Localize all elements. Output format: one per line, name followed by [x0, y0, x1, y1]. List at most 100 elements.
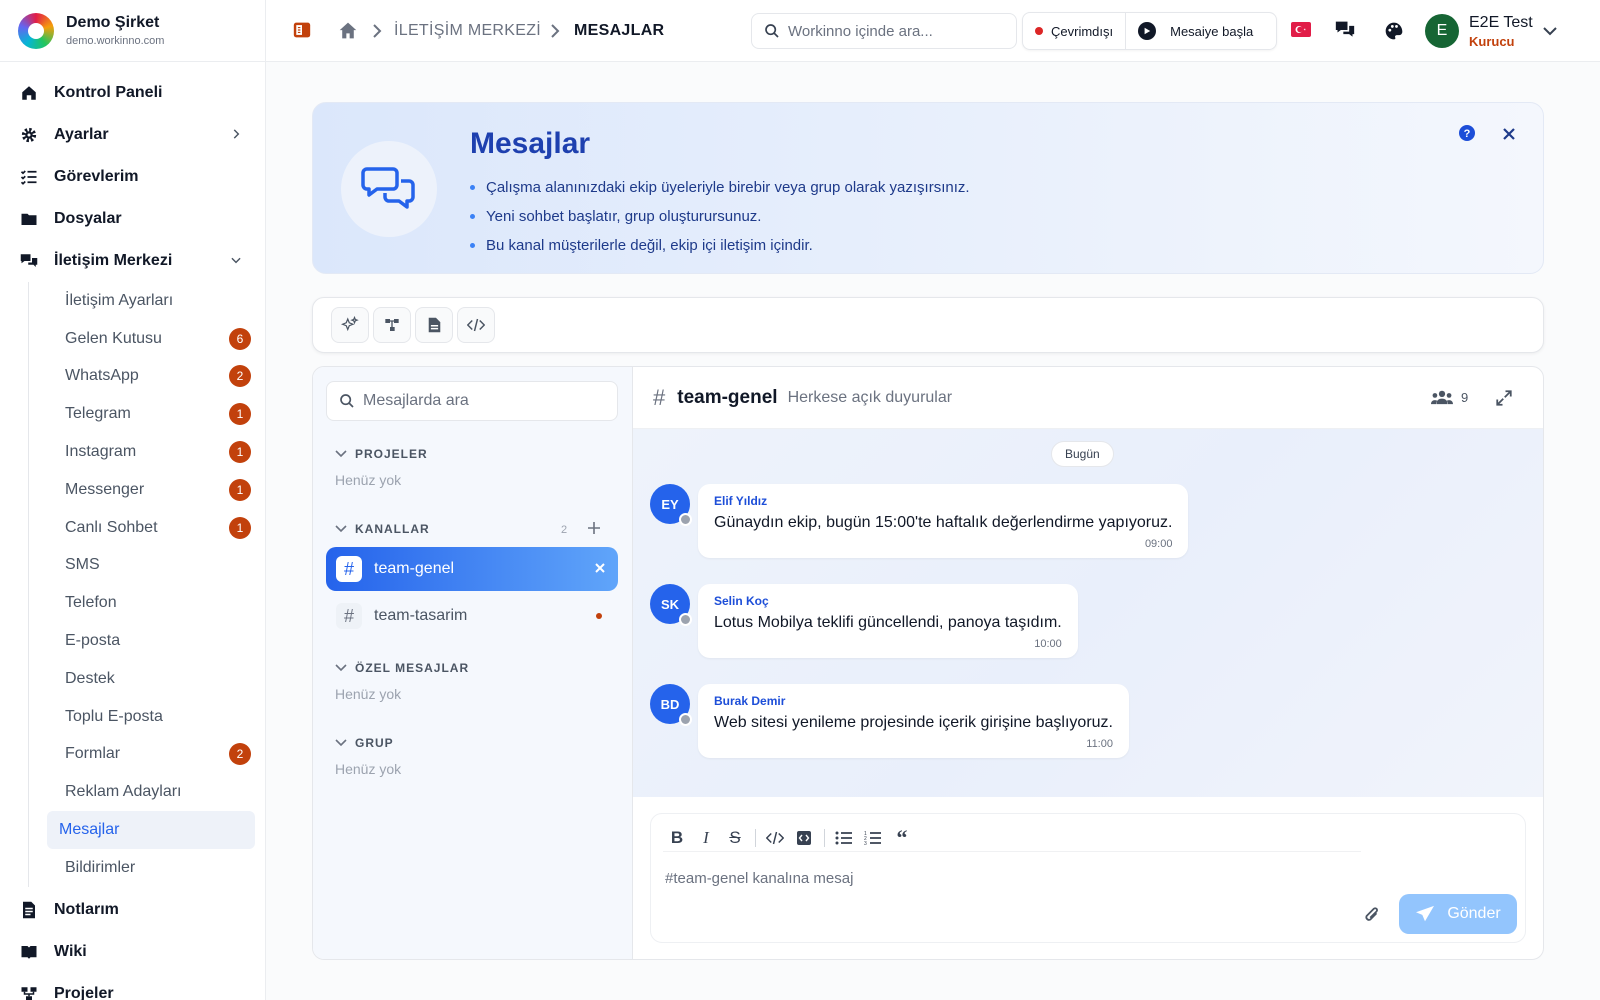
members-button[interactable]: 9: [1431, 389, 1468, 405]
subnav-item[interactable]: Destek: [47, 660, 255, 698]
nav-tasks[interactable]: Görevlerim: [0, 156, 265, 198]
subnav-item[interactable]: E-posta: [47, 622, 255, 660]
close-channel-icon[interactable]: [594, 562, 606, 574]
user-menu[interactable]: E2E Test Kurucu: [1469, 14, 1533, 49]
sparkle-icon: [341, 316, 359, 334]
quote-icon[interactable]: “: [888, 825, 916, 850]
code-icon[interactable]: [761, 826, 789, 850]
nav-wiki-label: Wiki: [54, 942, 87, 960]
section-dm[interactable]: ÖZEL MESAJLAR: [335, 661, 469, 675]
numbered-list-icon[interactable]: 123: [859, 826, 887, 850]
subnav-item[interactable]: Canlı Sohbet 1: [47, 509, 255, 547]
nav-settings[interactable]: Ayarlar: [0, 114, 265, 156]
subnav-item[interactable]: SMS: [47, 547, 255, 585]
message-bubble[interactable]: Burak Demir Web sitesi yenileme projesin…: [698, 684, 1129, 758]
subnav-item[interactable]: Instagram 1: [47, 433, 255, 471]
code-icon: [467, 318, 485, 332]
message-input[interactable]: #team-genel kanalına mesaj: [665, 870, 853, 887]
nav-projects[interactable]: Projeler: [0, 973, 265, 1000]
workflow-icon: [384, 317, 400, 333]
section-group[interactable]: GRUP: [335, 736, 394, 750]
nav-dashboard[interactable]: Kontrol Paneli: [0, 72, 265, 114]
section-channels-label: KANALLAR: [355, 522, 430, 536]
bullet-list-icon[interactable]: [830, 826, 858, 850]
subnav-item-label: Telefon: [65, 594, 117, 612]
offline-dot-icon: [1035, 27, 1043, 35]
workflow-button[interactable]: [373, 307, 411, 343]
nav-comm-center[interactable]: İletişim Merkezi: [0, 240, 265, 282]
status-toggle[interactable]: Çevrimdışı: [1023, 13, 1127, 49]
subnav-item[interactable]: Formlar 2: [47, 736, 255, 774]
nav-dashboard-label: Kontrol Paneli: [54, 84, 163, 101]
breadcrumb-current: MESAJLAR: [574, 22, 665, 39]
breadcrumb-chevron-icon: [372, 24, 382, 38]
chat-icon[interactable]: [1334, 20, 1356, 40]
strikethrough-icon[interactable]: S: [721, 826, 749, 850]
subnav-item[interactable]: Messenger 1: [47, 471, 255, 509]
search-icon: [764, 23, 780, 39]
message-author: Burak Demir: [714, 694, 786, 708]
section-dm-label: ÖZEL MESAJLAR: [355, 661, 470, 675]
banner-comments-icon: [341, 141, 437, 237]
channel-item-team-tasarim[interactable]: # team-tasarim: [326, 594, 618, 638]
home-icon: [18, 82, 40, 104]
start-shift-button[interactable]: Mesaiye başla: [1126, 22, 1265, 40]
nav-tasks-label: Görevlerim: [54, 168, 139, 185]
global-search-input[interactable]: Workinno içinde ara...: [751, 13, 1017, 49]
global-search-placeholder: Workinno içinde ara...: [788, 22, 933, 40]
close-icon[interactable]: [1502, 127, 1516, 141]
format-toolbar: B I S 123 “: [663, 824, 1361, 852]
chat-channel-desc: Herkese açık duyurular: [787, 388, 953, 406]
ai-sparkle-button[interactable]: [331, 307, 369, 343]
nav-notes[interactable]: Notlarım: [0, 889, 265, 931]
italic-icon[interactable]: I: [692, 826, 720, 850]
turkey-flag-icon[interactable]: [1291, 22, 1311, 37]
subnav-item[interactable]: Telegram 1: [47, 395, 255, 433]
project-diagram-icon: [18, 983, 40, 1000]
brand[interactable]: Demo Şirket demo.workinno.com: [0, 0, 265, 62]
presence-dot-icon: [679, 513, 692, 526]
message-text: Lotus Mobilya teklifi güncellendi, panoy…: [714, 614, 1062, 631]
palette-icon[interactable]: [1384, 21, 1404, 41]
nav-settings-label: Ayarlar: [54, 126, 109, 143]
subnav-item[interactable]: Reklam Adayları: [47, 773, 255, 811]
message-bubble[interactable]: Elif Yıldız Günaydın ekip, bugün 15:00't…: [698, 484, 1189, 558]
user-avatar[interactable]: E: [1425, 14, 1459, 48]
section-channels[interactable]: KANALLAR: [335, 522, 430, 536]
section-projects-label: PROJELER: [355, 447, 428, 461]
breadcrumb-comm-center[interactable]: İLETİŞİM MERKEZİ: [394, 22, 541, 40]
nav-files[interactable]: Dosyalar: [0, 198, 265, 240]
paperclip-icon[interactable]: [1363, 906, 1381, 926]
section-projects[interactable]: PROJELER: [335, 447, 428, 461]
chevron-down-icon[interactable]: [1542, 25, 1558, 37]
expand-icon[interactable]: [1495, 389, 1513, 407]
message-avatar: SK: [650, 584, 692, 626]
home-icon[interactable]: [338, 21, 358, 40]
subnav-item-label: SMS: [65, 556, 100, 574]
send-button[interactable]: Gönder: [1399, 894, 1517, 934]
bold-icon[interactable]: B: [663, 826, 691, 850]
subnav-item[interactable]: Telefon: [47, 584, 255, 622]
subnav-item[interactable]: Toplu E-posta: [47, 698, 255, 736]
subnav-item[interactable]: Mesajlar: [47, 811, 255, 849]
subnav-item[interactable]: WhatsApp 2: [47, 358, 255, 396]
subnav-item[interactable]: Gelen Kutusu 6: [47, 320, 255, 358]
subnav-item[interactable]: Bildirimler: [47, 849, 255, 887]
presence-dot-icon: [679, 613, 692, 626]
help-icon[interactable]: ?: [1459, 125, 1475, 141]
code-button[interactable]: [457, 307, 495, 343]
sidebar-toggle-icon[interactable]: [292, 21, 312, 39]
document-button[interactable]: [415, 307, 453, 343]
message-time: 09:00: [1144, 538, 1173, 550]
nav-wiki[interactable]: Wiki: [0, 931, 265, 973]
message-bubble[interactable]: Selin Koç Lotus Mobilya teklifi güncelle…: [698, 584, 1078, 658]
unread-dot-icon: [596, 613, 602, 619]
code-block-icon[interactable]: [790, 826, 818, 850]
message-search-input[interactable]: Mesajlarda ara: [326, 381, 618, 421]
subnav-item[interactable]: İletişim Ayarları: [47, 282, 255, 320]
add-channel-icon[interactable]: [587, 521, 601, 535]
subnav-item-label: E-posta: [65, 632, 121, 650]
projects-empty: Henüz yok: [335, 472, 402, 488]
svg-text:3: 3: [864, 841, 867, 845]
channel-item-team-genel[interactable]: # team-genel: [326, 547, 618, 591]
